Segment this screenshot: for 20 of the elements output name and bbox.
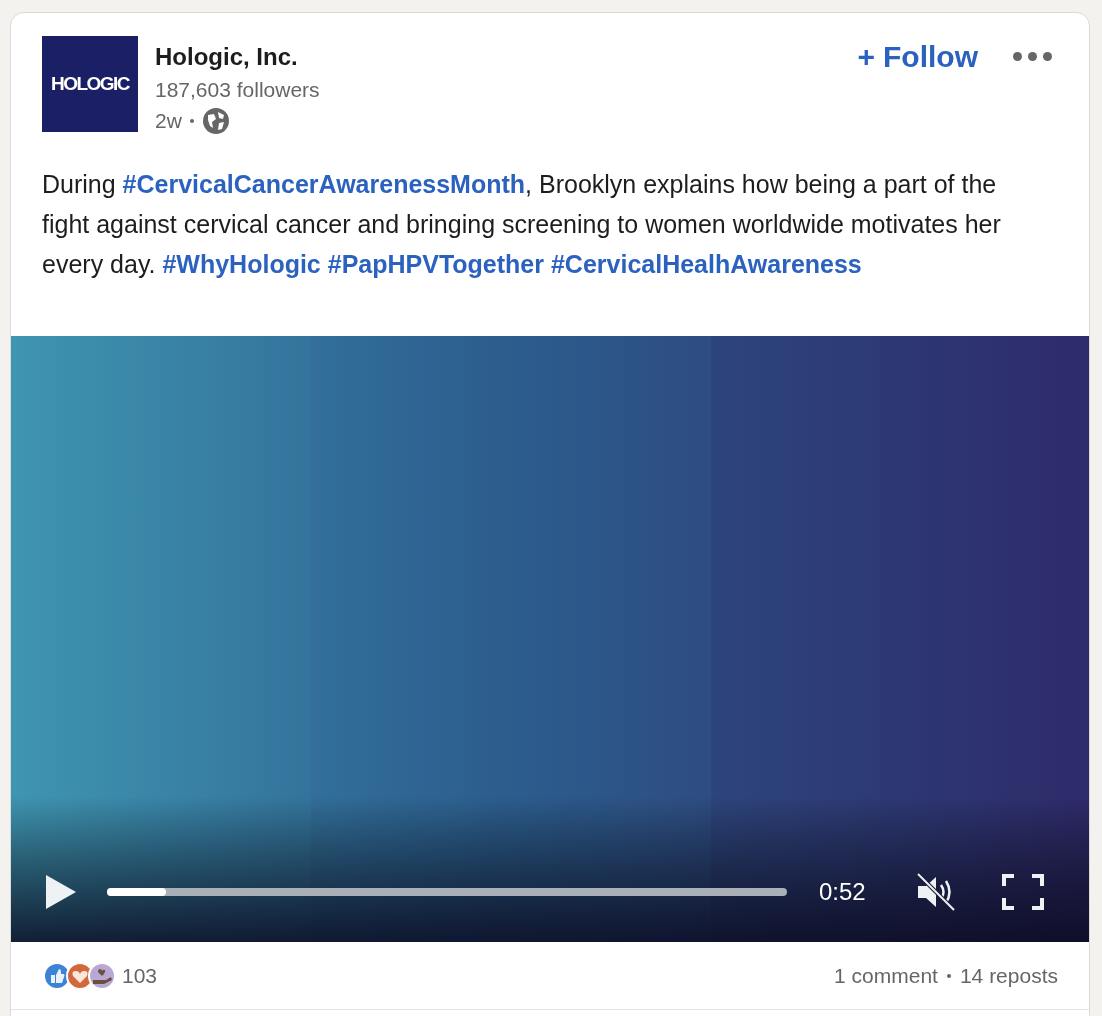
hashtag-link[interactable]: #WhyHologic (162, 250, 321, 278)
company-logo[interactable]: HOLOGIC (42, 36, 138, 132)
hashtag-link[interactable]: #CervicalHealhAwareness (550, 250, 862, 278)
video-time: 0:52 (819, 877, 866, 907)
progress-track[interactable] (107, 888, 787, 896)
follower-count: 187,603 followers (155, 77, 320, 103)
hashtag-link[interactable]: #PapHPVTogether (327, 250, 544, 278)
video-player[interactable]: 0:52 (11, 336, 1089, 942)
hashtag-link[interactable]: #CervicalCancerAwarenessMonth (122, 170, 526, 198)
comment-count[interactable]: 1 comment (834, 959, 938, 992)
repost-count[interactable]: 14 reposts (959, 959, 1058, 992)
logo-text: HOLOGIC (50, 71, 130, 96)
post-text: During #CervicalCancerAwarenessMonth, Brooklyn explains how being a part of the fight against cervical cancer and bringing screening to women worldwide motivates her every day. #WhyHologic #PapHPVTogether #CervicalHealhAwareness (41, 169, 1002, 280)
post-age: 2w (155, 108, 182, 134)
globe-icon (201, 107, 230, 135)
fullscreen-icon[interactable] (1001, 874, 1044, 910)
play-icon[interactable] (45, 874, 77, 910)
reaction-count[interactable]: 103 (122, 959, 158, 992)
author-name[interactable]: Hologic, Inc. (155, 40, 320, 74)
follow-button[interactable]: + Follow (853, 36, 982, 76)
